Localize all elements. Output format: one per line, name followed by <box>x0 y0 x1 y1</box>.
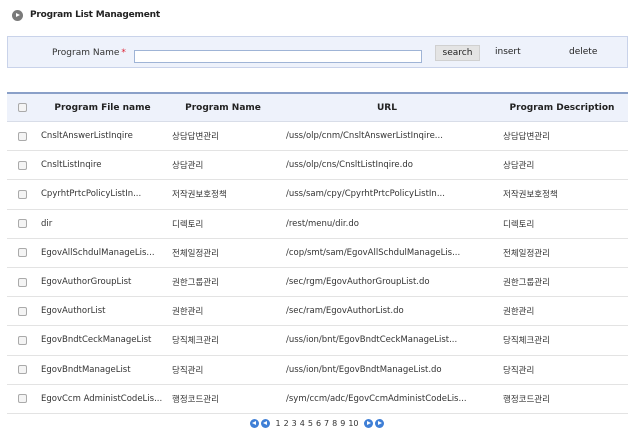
table-row[interactable]: EgovAllSchdulManageLis... 전체일정관리/cop/smt/… <box>7 239 628 268</box>
table-row[interactable]: EgovBndtManageList 당직관리/uss/ion/bnt/EgovB… <box>7 356 628 385</box>
row-checkbox[interactable] <box>17 160 27 170</box>
cell-description: 행정코드관리 <box>503 394 550 405</box>
program-name-input[interactable] <box>134 50 422 63</box>
cell-description: 권한관리 <box>503 307 535 318</box>
cell-file-name[interactable]: EgovAuthorGroupList <box>41 277 131 287</box>
cell-url: /uss/ion/bnt/EgovBndtCeckManageList... <box>286 335 458 346</box>
cell-program-name: 행정코드관리 <box>172 394 219 405</box>
search-panel: Program Name * search insert delete <box>7 36 628 68</box>
cell-description: 당직체크관리 <box>503 336 550 347</box>
cell-url: /sec/ram/EgovAuthorList.do <box>286 306 404 317</box>
cell-description: 권한그룹관리 <box>503 278 550 289</box>
table-row[interactable]: CnsltListInqire 상담관리/uss/olp/cns/CnsltLis… <box>7 151 628 181</box>
page-number[interactable]: 10 <box>348 419 358 428</box>
row-checkbox[interactable] <box>17 335 27 345</box>
program-name-label: Program Name * <box>52 48 126 58</box>
page-numbers: 1 2 3 4 5 6 7 8 9 10 <box>274 419 360 428</box>
cell-description: 디렉토리 <box>503 219 535 230</box>
page-number[interactable]: 4 <box>300 419 305 428</box>
cell-description: 저작권보호정책 <box>503 190 558 201</box>
page-number[interactable]: 9 <box>340 419 345 428</box>
page-number[interactable]: 6 <box>316 419 321 428</box>
page-number[interactable]: 5 <box>308 419 313 428</box>
row-checkbox[interactable] <box>17 306 27 316</box>
cell-url: /uss/ion/bnt/EgovBndtManageList.do <box>286 364 442 375</box>
table-header: Program File name Program Name URL Progr… <box>7 94 628 122</box>
first-page-icon[interactable] <box>249 419 259 428</box>
prev-page-icon[interactable] <box>260 419 270 428</box>
table-row[interactable]: EgovCcm AdministCodeLis... 행정코드관리/sym/ccm… <box>7 385 628 414</box>
cell-url: /uss/olp/cnm/CnsltAnswerListInqire... <box>286 131 443 142</box>
cell-file-name[interactable]: CpyrhtPrtcPolicyListIn... <box>41 189 141 199</box>
page-number[interactable]: 1 <box>275 419 280 428</box>
cell-file-name[interactable]: CnsltListInqire <box>41 160 102 170</box>
cell-file-name[interactable]: EgovAllSchdulManageLis... <box>41 248 155 258</box>
table-row[interactable]: EgovAuthorGroupList 권한그룹관리/sec/rgm/EgovAu… <box>7 268 628 298</box>
row-checkbox[interactable] <box>17 365 27 375</box>
cell-program-name: 상담관리 <box>172 161 204 172</box>
table-row[interactable]: EgovAuthorList 권한관리/sec/ram/EgovAuthorLis… <box>7 297 628 327</box>
row-checkbox[interactable] <box>17 219 27 229</box>
cell-program-name: 당직체크관리 <box>172 336 219 347</box>
cell-description: 당직관리 <box>503 365 535 376</box>
cell-url: /cop/smt/sam/EgovAllSchdulManageLis... <box>286 247 461 258</box>
row-checkbox[interactable] <box>17 248 27 258</box>
page-number[interactable]: 2 <box>284 419 289 428</box>
page-header: Program List Management <box>12 9 160 21</box>
delete-button[interactable]: delete <box>569 47 597 57</box>
arrow-circle-icon <box>12 9 23 21</box>
table-row[interactable]: CpyrhtPrtcPolicyListIn... 저작권보호정책/uss/sam… <box>7 180 628 210</box>
row-checkbox[interactable] <box>17 277 27 287</box>
next-page-icon[interactable] <box>364 419 374 428</box>
table-row[interactable]: dir 디렉토리/rest/menu/dir.do 디렉토리 <box>7 210 628 239</box>
required-mark: * <box>121 48 126 58</box>
table-row[interactable]: EgovBndtCeckManageList 당직체크관리/uss/ion/bnt… <box>7 326 628 356</box>
cell-url: /uss/olp/cns/CnsltListInqire.do <box>286 160 413 171</box>
insert-button[interactable]: insert <box>495 47 521 57</box>
table-row[interactable]: CnsltAnswerListInqire 상담답변관리/uss/olp/cnm/… <box>7 122 628 152</box>
cell-url: /sec/rgm/EgovAuthorGroupList.do <box>286 277 430 288</box>
select-all-checkbox[interactable] <box>17 103 27 112</box>
row-checkbox[interactable] <box>17 189 27 199</box>
header-url: URL <box>377 102 397 113</box>
cell-url: /uss/sam/cpy/CpyrhtPrtcPolicyListIn... <box>286 189 445 200</box>
cell-file-name[interactable]: EgovBndtCeckManageList <box>41 335 151 345</box>
pagination: 1 2 3 4 5 6 7 8 9 10 <box>0 419 634 428</box>
page-number[interactable]: 3 <box>292 419 297 428</box>
cell-file-name[interactable]: CnsltAnswerListInqire <box>41 131 133 141</box>
header-description: Program Description <box>509 102 615 113</box>
search-button[interactable]: search <box>435 45 480 61</box>
cell-program-name: 저작권보호정책 <box>172 190 227 201</box>
cell-file-name[interactable]: dir <box>41 219 52 229</box>
cell-program-name: 디렉토리 <box>172 219 204 230</box>
cell-program-name: 전체일정관리 <box>172 248 219 259</box>
cell-url: /sym/ccm/adc/EgovCcmAdministCodeLis... <box>286 393 467 404</box>
page-title: Program List Management <box>30 10 160 20</box>
cell-program-name: 권한관리 <box>172 307 204 318</box>
last-page-icon[interactable] <box>375 419 385 428</box>
cell-url: /rest/menu/dir.do <box>286 218 359 229</box>
program-name-label-text: Program Name <box>52 48 120 58</box>
cell-file-name[interactable]: EgovBndtManageList <box>41 365 131 375</box>
header-file-name: Program File name <box>54 102 151 113</box>
cell-description: 상담답변관리 <box>503 132 550 143</box>
cell-description: 전체일정관리 <box>503 248 550 259</box>
program-table: Program File name Program Name URL Progr… <box>7 92 628 414</box>
row-checkbox[interactable] <box>17 131 27 141</box>
page-number[interactable]: 8 <box>332 419 337 428</box>
page-number[interactable]: 7 <box>324 419 329 428</box>
row-checkbox[interactable] <box>17 394 27 404</box>
cell-description: 상담관리 <box>503 161 535 172</box>
header-program-name: Program Name <box>185 102 261 113</box>
cell-file-name[interactable]: EgovCcm AdministCodeLis... <box>41 394 162 404</box>
cell-program-name: 당직관리 <box>172 365 204 376</box>
cell-program-name: 상담답변관리 <box>172 132 219 143</box>
cell-file-name[interactable]: EgovAuthorList <box>41 306 105 316</box>
cell-program-name: 권한그룹관리 <box>172 278 219 289</box>
